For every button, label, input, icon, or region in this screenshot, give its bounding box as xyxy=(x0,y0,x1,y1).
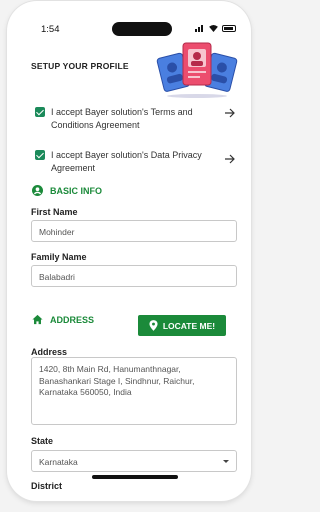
family-name-label: Family Name xyxy=(31,252,87,262)
first-name-label: First Name xyxy=(31,207,78,217)
user-circle-icon xyxy=(32,185,43,196)
status-time: 1:54 xyxy=(41,24,60,35)
page-title: SETUP YOUR PROFILE xyxy=(31,61,129,71)
wifi-icon xyxy=(209,25,218,32)
basic-info-heading: BASIC INFO xyxy=(32,185,102,196)
screen: 1:54 SETUP YOUR PROFILE I accept Bayer s… xyxy=(7,1,251,501)
family-name-input[interactable]: Balabadri xyxy=(31,265,237,287)
address-heading: ADDRESS xyxy=(32,314,94,325)
privacy-agreement-label: I accept Bayer solution's Data Privacy A… xyxy=(51,150,202,173)
battery-icon xyxy=(222,25,236,32)
terms-checkbox[interactable] xyxy=(35,107,45,117)
state-select[interactable]: Karnataka xyxy=(31,450,237,472)
district-label: District xyxy=(31,481,63,491)
basic-info-title: BASIC INFO xyxy=(50,185,103,196)
state-selected-value: Karnataka xyxy=(39,457,78,467)
locate-me-button[interactable]: LOCATE ME! xyxy=(138,315,226,336)
phone-frame: 1:54 SETUP YOUR PROFILE I accept Bayer s… xyxy=(7,1,251,501)
signal-icon xyxy=(195,25,205,32)
terms-agreement-label: I accept Bayer solution's Terms and Cond… xyxy=(51,107,193,130)
locate-me-label: LOCATE ME! xyxy=(162,320,216,331)
first-name-input[interactable]: Mohinder xyxy=(31,220,237,242)
camera-notch xyxy=(112,22,172,36)
arrow-right-icon[interactable] xyxy=(224,154,235,164)
privacy-checkbox[interactable] xyxy=(35,150,45,160)
arrow-right-icon[interactable] xyxy=(224,108,235,118)
profile-cards-illustration xyxy=(156,42,238,98)
chevron-down-icon xyxy=(223,460,229,463)
address-textarea[interactable]: 1420, 8th Main Rd, Hanumanthnagar, Banas… xyxy=(31,357,237,425)
address-label: Address xyxy=(31,347,68,357)
home-indicator[interactable] xyxy=(92,475,178,479)
agreement-terms-row[interactable]: I accept Bayer solution's Terms and Cond… xyxy=(35,106,241,131)
state-label: State xyxy=(31,436,54,446)
address-title: ADDRESS xyxy=(50,314,95,325)
agreement-privacy-row[interactable]: I accept Bayer solution's Data Privacy A… xyxy=(35,149,241,174)
home-icon xyxy=(32,314,43,325)
location-pin-icon xyxy=(149,320,158,331)
status-icons xyxy=(195,25,236,32)
